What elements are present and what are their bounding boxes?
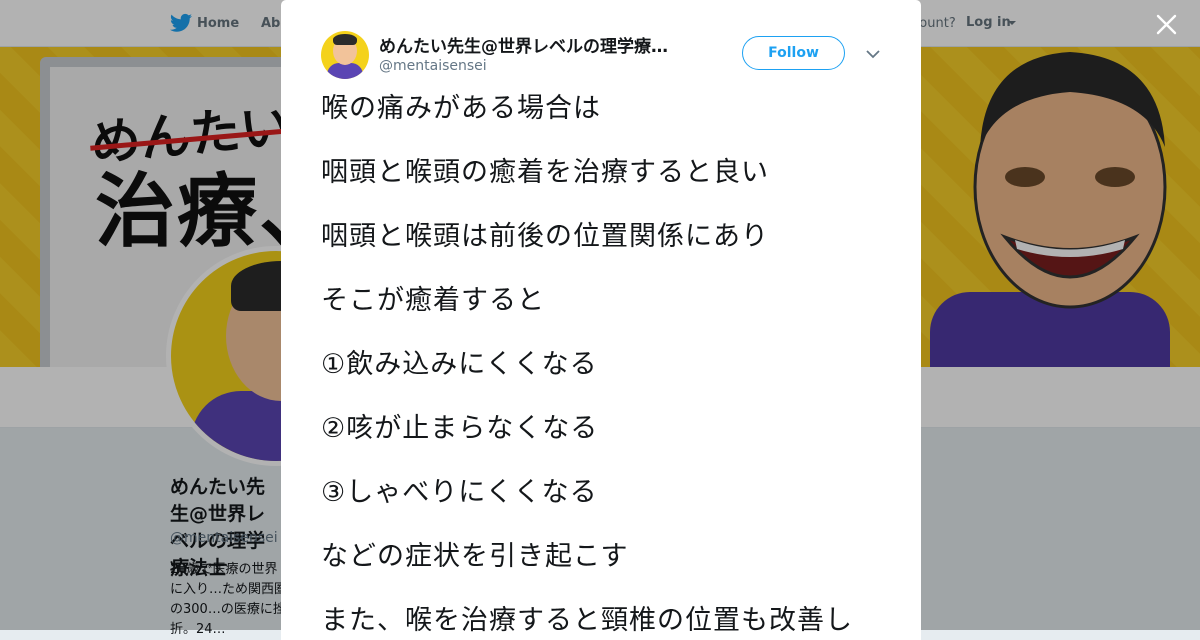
chevron-down-icon[interactable]	[865, 48, 881, 60]
tweet-line: ①飲み込みにくくなる	[321, 349, 598, 380]
tweet-line: ③しゃべりにくくなる	[321, 477, 598, 508]
close-icon[interactable]	[1154, 12, 1179, 37]
tweet-author-avatar[interactable]	[321, 31, 369, 79]
tweet-modal: めんたい先生@世界レベルの理学療… @mentaisensei Follow 喉…	[281, 0, 921, 640]
tweet-line: 咽頭と喉頭は前後の位置関係にあり	[321, 221, 769, 252]
tweet-line: そこが癒着すると	[321, 285, 545, 316]
tweet-line: などの症状を引き起こす	[321, 541, 629, 572]
follow-button[interactable]: Follow	[742, 36, 845, 70]
tweet-line: また、喉を治療すると頸椎の位置も改善し	[321, 605, 853, 636]
tweet-line: 喉の痛みがある場合は	[321, 93, 601, 124]
tweet-author-name[interactable]: めんたい先生@世界レベルの理学療…	[379, 32, 699, 57]
tweet-author-handle[interactable]: @mentaisensei	[379, 58, 487, 74]
tweet-text: 喉の痛みがある場合は 咽頭と喉頭の癒着を治療すると良い 咽頭と喉頭は前後の位置関…	[321, 88, 891, 640]
tweet-line: 咽頭と喉頭の癒着を治療すると良い	[321, 157, 769, 188]
tweet-line: ②咳が止まらなくなる	[321, 413, 599, 444]
